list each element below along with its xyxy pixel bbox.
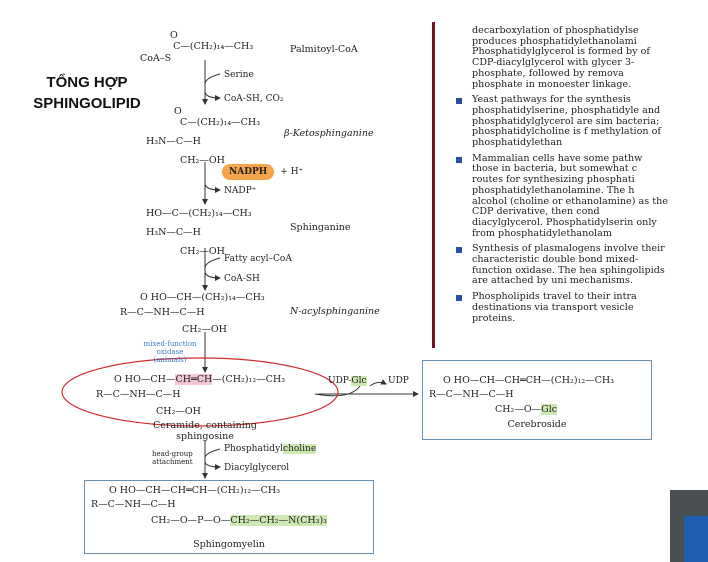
sphinganine-line1: HO—C—(CH₂)₁₄—CH₃ [146, 208, 252, 219]
palmitoyl-coa-o: O [170, 30, 178, 41]
acyl-line2: R—C—NH—C—H [120, 307, 205, 318]
udp-glc-prefix: UDP- [328, 376, 352, 386]
cerebroside-line2: R—C—NH—C—H [429, 389, 514, 400]
acylsphinganine-name: N-acylsphinganine [290, 306, 380, 317]
step3-input: Fatty acyl–CoA [224, 254, 292, 264]
nadph-badge: NADPH [222, 164, 275, 180]
corner-block-accent [684, 516, 708, 562]
cerebroside-line1: O HO—CH—CH═CH—(CH₂)₁₂—CH₃ [443, 375, 615, 386]
palmitoyl-coa-name: Palmitoyl-CoA [290, 44, 358, 55]
ceramide-line1b: —(CH₂)₁₂—CH₃ [212, 374, 286, 385]
sphinganine-structure: HO—C—(CH₂)₁₄—CH₃ H₃N—C—H CH₂—OH [146, 208, 252, 257]
palmitoyl-coa-structure: O CoA–S C—(CH₂)₁₄—CH₃ [140, 30, 253, 64]
step1-output: CoA-SH, CO₂ [224, 94, 284, 104]
sphinganine-name: Sphinganine [290, 222, 351, 233]
palmitoyl-coa-main: C—(CH₂)₁₄—CH₃ [173, 41, 254, 52]
ceramide-name-line1: Ceramide, containing [153, 420, 257, 431]
step5-label: head-group attachment [152, 450, 193, 466]
sphingomyelin-line1: O HO—CH—CH═CH—(CH₂)₁₂—CH₃ [109, 485, 281, 496]
udp-output: UDP [388, 376, 409, 386]
step2-input-extra: + H⁺ [280, 167, 304, 177]
acylsphinganine-structure: O HO—CH—(CH₂)₁₄—CH₃ R—C—NH—C—H CH₂—OH [120, 292, 265, 335]
step2-input: NADPH + H⁺ [222, 164, 303, 180]
divider-line [432, 22, 435, 348]
ceramide-double-bond: CH═CH [175, 374, 213, 385]
keto-line2: C—(CH₂)₁₄—CH₃ [180, 117, 261, 128]
ceramide-name: Ceramide, containing sphingosine [150, 420, 260, 442]
cerebroside-structure: O HO—CH—CH═CH—(CH₂)₁₂—CH₃ R—C—NH—C—H CH₂… [429, 375, 614, 415]
step5-choline: choline [283, 444, 317, 454]
sphingomyelin-choline: CH₂—CH₂—N(CH₃)₃ [230, 515, 327, 526]
step5-input-prefix: Phosphatidyl [224, 444, 284, 454]
summary-bullet: Yeast pathways for the synthesis phospha… [456, 94, 668, 149]
cerebroside-line3a: CH₂—O— [495, 404, 542, 415]
ceramide-name-line2: sphingosine [176, 431, 234, 442]
step5-label-line1: head-group [152, 450, 193, 458]
step5-input: Phosphatidylcholine [224, 444, 317, 454]
summary-bullet: Phospholipids travel to their intra dest… [456, 291, 668, 324]
ketosphinganine-name: β-Ketosphinganine [284, 128, 374, 139]
step3-output: CoA-SH [224, 274, 260, 284]
sphinganine-line2: H₃N—C—H [146, 227, 201, 238]
acyl-line3: CH₂—OH [182, 324, 227, 335]
cerebroside-name: Cerebroside [507, 419, 567, 430]
acyl-line1: O HO—CH—(CH₂)₁₄—CH₃ [140, 292, 265, 303]
summary-bullet: Mammalian cells have some pathw those in… [456, 153, 668, 240]
ceramide-line2: R—C—NH—C—H [96, 389, 181, 400]
sphingomyelin-box: O HO—CH—CH═CH—(CH₂)₁₂—CH₃ R—C—NH—C—H CH₂… [84, 480, 374, 554]
ceramide-line3: CH₂—OH [156, 406, 201, 417]
step4-enzyme: mixed-function oxidase (animals) [143, 340, 197, 364]
sphingomyelin-name: Sphingomyelin [193, 539, 265, 550]
ketosphinganine-structure: O C—(CH₂)₁₄—CH₃ H₃N—C—H CH₂—OH [146, 106, 260, 166]
step5-label-line2: attachment [152, 458, 193, 466]
step5-output: Diacylglycerol [224, 463, 290, 473]
ceramide-structure: O HO—CH—CH═CH—(CH₂)₁₂—CH₃ R—C—NH—C—H CH₂… [96, 374, 285, 417]
summary-bullet: Synthesis of plasmalogens involve their … [456, 244, 668, 287]
step2-output: NADP⁺ [224, 186, 257, 196]
summary-bullets: Yeast pathways for the synthesis phospha… [456, 94, 668, 324]
sphingomyelin-structure: O HO—CH—CH═CH—(CH₂)₁₂—CH₃ R—C—NH—C—H CH₂… [91, 485, 327, 526]
ceramide-line1a: O HO—CH— [114, 374, 176, 385]
sphingomyelin-line2: R—C—NH—C—H [91, 499, 176, 510]
summary-intro: decarboxylation of phosphatidylse produc… [472, 26, 650, 90]
udp-glc-input: UDP-Glc [328, 376, 367, 386]
cerebroside-glc: Glc [541, 404, 558, 415]
cerebroside-box: O HO—CH—CH═CH—(CH₂)₁₂—CH₃ R—C—NH—C—H CH₂… [422, 360, 652, 440]
sphingomyelin-line3a: CH₂—O—P—O— [151, 515, 231, 526]
summary-column: decarboxylation of phosphatidylse produc… [456, 26, 668, 346]
udp-glc-glc: Glc [351, 376, 367, 386]
keto-line1: O [174, 106, 182, 117]
step1-input: Serine [224, 70, 254, 80]
keto-line3: H₃N—C—H [146, 136, 201, 147]
palmitoyl-coa-left: CoA–S [140, 53, 172, 64]
